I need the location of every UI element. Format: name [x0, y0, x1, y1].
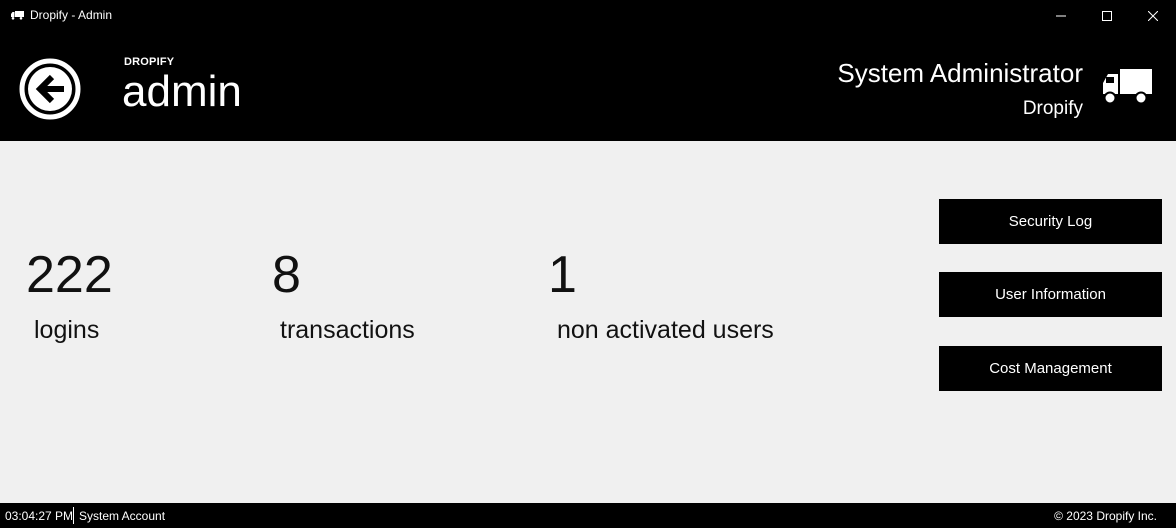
stat-value: 8 — [272, 246, 301, 304]
minimize-button[interactable] — [1038, 0, 1084, 31]
user-name: System Administrator — [837, 58, 1083, 88]
status-time: 03:04:27 PM — [5, 509, 74, 523]
stat-label: logins — [34, 316, 100, 344]
app-header: DROPIFY admin System Administrator Dropi… — [0, 31, 1176, 141]
cost-management-button[interactable]: Cost Management — [939, 346, 1162, 391]
maximize-button[interactable] — [1084, 0, 1130, 31]
status-divider — [73, 507, 74, 524]
stat-label: non activated users — [557, 316, 774, 344]
minimize-icon — [1056, 15, 1066, 16]
security-log-button[interactable]: Security Log — [939, 199, 1162, 244]
maximize-icon — [1102, 10, 1112, 21]
user-information-button[interactable]: User Information — [939, 272, 1162, 317]
stat-value: 1 — [548, 246, 577, 304]
app-window: Dropify - Admin DROPIFY admin System Adm… — [0, 0, 1176, 528]
stat-value: 222 — [26, 246, 113, 304]
page-title: admin — [122, 67, 242, 116]
window-title: Dropify - Admin — [30, 8, 113, 22]
status-account: System Account — [79, 509, 166, 523]
truck-icon — [1103, 69, 1152, 105]
stat-label: transactions — [280, 316, 415, 344]
status-bar: 03:04:27 PM System Account © 2023 Dropif… — [0, 503, 1176, 528]
copyright-text: © 2023 Dropify Inc. — [1054, 509, 1157, 523]
dashboard-content: 222 logins 8 transactions 1 non activate… — [0, 141, 1176, 503]
user-organization: Dropify — [1022, 98, 1083, 119]
close-button[interactable] — [1130, 0, 1176, 31]
truck-icon — [11, 11, 24, 20]
back-arrow-circle-icon[interactable] — [18, 57, 82, 121]
title-bar: Dropify - Admin — [0, 0, 1176, 31]
close-icon — [1148, 10, 1158, 21]
